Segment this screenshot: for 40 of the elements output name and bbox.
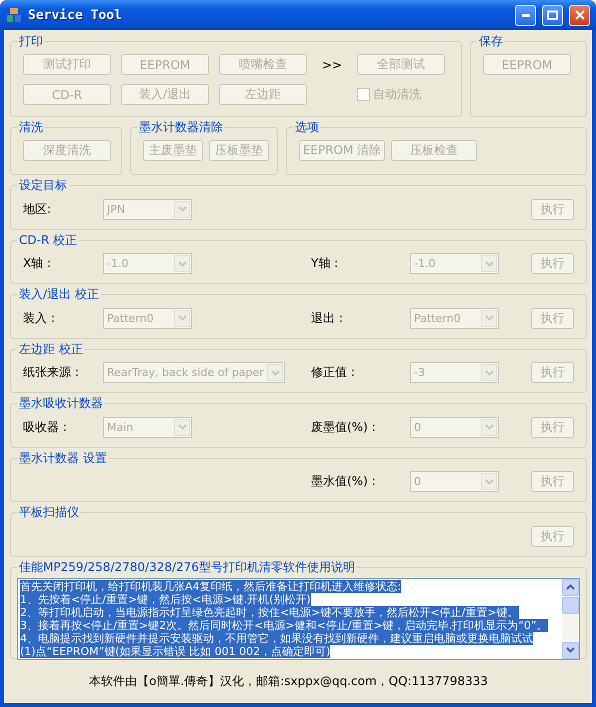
group-title: 佳能MP259/258/2780/328/276型号打印机清零软件使用说明 [18, 558, 356, 576]
field-label: 装入 : [23, 310, 56, 326]
field-label: 吸收器 : [23, 418, 68, 436]
field-label: 废墨值(%) : [311, 418, 377, 436]
field-label: 地区: [23, 200, 52, 218]
minimize-icon [522, 14, 530, 16]
group-title: 设定目标 [18, 177, 68, 194]
group-title: 墨水吸收计数器 [18, 395, 104, 412]
instructions-text-area[interactable] [17, 578, 580, 660]
field-label: X轴 : [23, 255, 52, 272]
close-button[interactable] [569, 4, 590, 26]
group-title: 保存 [478, 33, 504, 50]
minimize-button[interactable] [515, 4, 536, 26]
arrow-label: >> [320, 58, 344, 72]
field-label: 墨水值(%) : [311, 473, 377, 490]
scroll-up-button[interactable] [562, 578, 579, 596]
field-label: 退出 : [311, 310, 344, 326]
group-title: 平板扫描仪 [18, 504, 80, 521]
maximize-button[interactable] [542, 4, 563, 26]
group-title: 打印 [18, 33, 44, 50]
close-icon [574, 10, 584, 20]
field-label: 修正值 : [311, 364, 356, 381]
scroll-up-icon[interactable] [566, 584, 575, 590]
group-title: 墨水计数器清除 [138, 119, 224, 136]
field-label: Y轴 : [311, 255, 340, 272]
group-title: 选项 [294, 119, 320, 136]
group-title: 左边距 校正 [18, 340, 84, 358]
group-title: CD-R 校正 [18, 232, 78, 248]
scroll-down-icon[interactable] [566, 647, 575, 653]
scrollbar[interactable] [562, 578, 579, 658]
scroll-thumb[interactable] [562, 596, 579, 614]
app-icon [6, 7, 22, 23]
field-label: 纸张来源 : [23, 364, 80, 381]
group-title: 墨水计数器 设置 [18, 450, 108, 466]
group-title: 清洗 [18, 119, 44, 136]
group-title: 装入/退出 校正 [18, 286, 100, 303]
scroll-down-button[interactable] [562, 642, 579, 658]
window-title: Service Tool [28, 8, 123, 22]
credits-text: 本软件由【o簡單.傳奇】汉化，邮箱:sxppx@qq.com，QQ:1137798333 [89, 673, 489, 690]
maximize-icon [547, 10, 558, 20]
